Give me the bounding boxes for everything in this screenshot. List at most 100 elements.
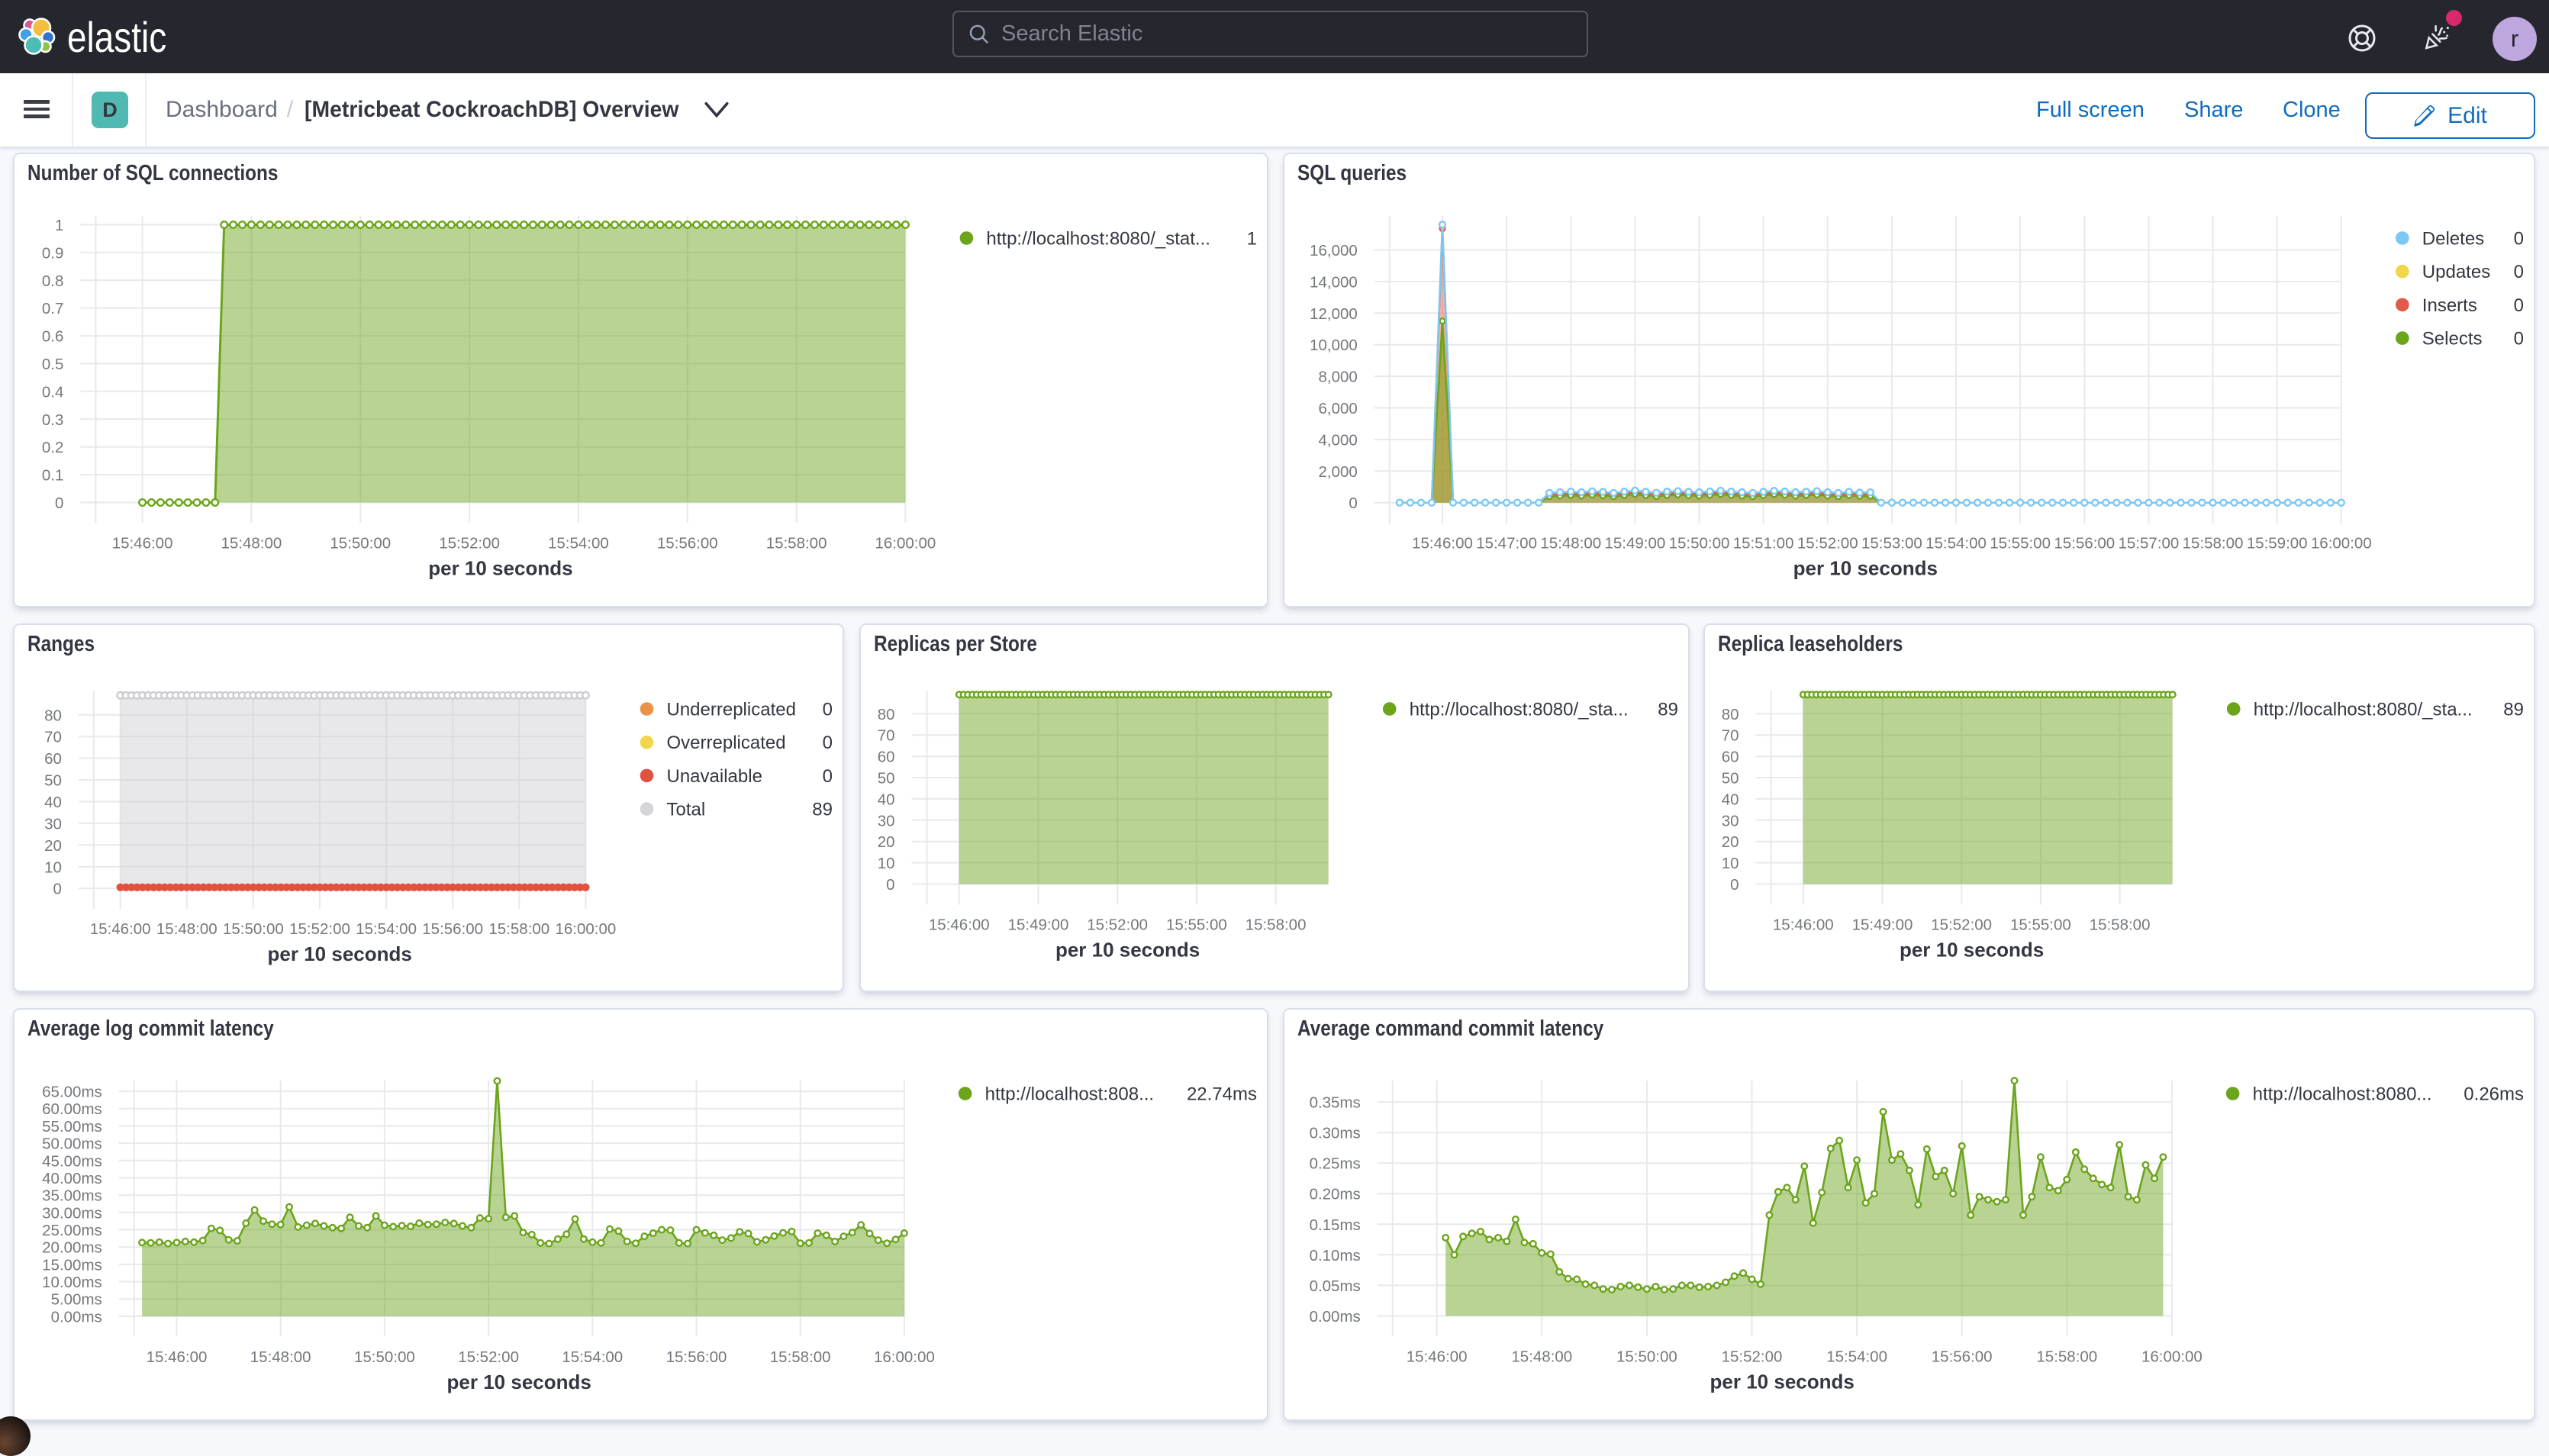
- svg-text:20: 20: [1722, 833, 1739, 851]
- svg-text:15:52:00: 15:52:00: [439, 535, 500, 552]
- svg-text:15:50:00: 15:50:00: [330, 535, 391, 552]
- svg-text:40: 40: [1722, 791, 1739, 808]
- svg-text:0.10ms: 0.10ms: [1310, 1247, 1361, 1264]
- svg-text:0.00ms: 0.00ms: [51, 1308, 102, 1326]
- svg-text:10: 10: [44, 858, 62, 876]
- svg-text:15:54:00: 15:54:00: [548, 535, 609, 552]
- svg-text:15:49:00: 15:49:00: [1604, 535, 1665, 552]
- svg-text:15:59:00: 15:59:00: [2247, 535, 2308, 552]
- svg-text:http://localhost:8080/_sta...: http://localhost:8080/_sta...: [1410, 700, 1629, 720]
- svg-text:0.2: 0.2: [42, 439, 64, 456]
- svg-text:15:55:00: 15:55:00: [1166, 916, 1227, 934]
- svg-text:Total: Total: [667, 800, 706, 820]
- svg-text:15:47:00: 15:47:00: [1476, 535, 1537, 552]
- svg-text:0: 0: [2514, 295, 2524, 316]
- svg-text:15:58:00: 15:58:00: [488, 920, 549, 938]
- svg-text:0.26ms: 0.26ms: [2464, 1084, 2524, 1105]
- svg-text:4,000: 4,000: [1318, 431, 1357, 449]
- svg-text:http://localhost:808...: http://localhost:808...: [985, 1084, 1154, 1105]
- svg-text:20: 20: [44, 837, 62, 855]
- svg-text:15:50:00: 15:50:00: [1669, 535, 1730, 552]
- svg-text:15:48:00: 15:48:00: [250, 1348, 311, 1366]
- svg-text:0.6: 0.6: [42, 328, 64, 346]
- svg-text:15:53:00: 15:53:00: [1861, 535, 1922, 552]
- svg-text:15:48:00: 15:48:00: [221, 535, 282, 552]
- svg-text:89: 89: [1658, 700, 1678, 720]
- svg-text:0.00ms: 0.00ms: [1310, 1308, 1361, 1326]
- svg-text:89: 89: [812, 800, 833, 820]
- svg-text:0: 0: [2514, 262, 2524, 282]
- svg-text:1: 1: [1247, 229, 1257, 250]
- svg-text:15:46:00: 15:46:00: [1773, 916, 1834, 934]
- svg-text:16:00:00: 16:00:00: [2311, 535, 2372, 552]
- svg-text:0: 0: [55, 494, 63, 512]
- svg-text:40.00ms: 40.00ms: [42, 1170, 102, 1187]
- svg-text:Unavailable: Unavailable: [667, 766, 762, 787]
- svg-text:2,000: 2,000: [1318, 463, 1357, 481]
- svg-text:89: 89: [2503, 700, 2524, 720]
- svg-text:35.00ms: 35.00ms: [42, 1187, 102, 1205]
- svg-text:15:52:00: 15:52:00: [1087, 916, 1148, 934]
- svg-text:0.05ms: 0.05ms: [1310, 1277, 1361, 1295]
- svg-text:65.00ms: 65.00ms: [42, 1084, 102, 1101]
- svg-text:10: 10: [878, 855, 895, 872]
- svg-text:15:46:00: 15:46:00: [1407, 1348, 1468, 1365]
- svg-text:15:48:00: 15:48:00: [156, 920, 218, 938]
- svg-text:15:57:00: 15:57:00: [2118, 535, 2179, 552]
- svg-text:0.20ms: 0.20ms: [1310, 1186, 1361, 1203]
- svg-text:15:56:00: 15:56:00: [657, 535, 718, 552]
- svg-text:0: 0: [823, 733, 833, 753]
- svg-text:15:56:00: 15:56:00: [666, 1348, 727, 1366]
- svg-text:30: 30: [878, 812, 895, 829]
- svg-text:10.00ms: 10.00ms: [42, 1274, 102, 1291]
- svg-text:0: 0: [1349, 494, 1357, 512]
- svg-text:10,000: 10,000: [1310, 337, 1358, 354]
- svg-text:per 10 seconds: per 10 seconds: [268, 942, 412, 965]
- svg-text:0.5: 0.5: [42, 356, 64, 373]
- svg-text:30: 30: [44, 815, 62, 833]
- svg-text:15:50:00: 15:50:00: [1616, 1348, 1677, 1365]
- svg-text:15:52:00: 15:52:00: [1722, 1348, 1783, 1365]
- svg-text:0.3: 0.3: [42, 411, 64, 429]
- svg-text:6,000: 6,000: [1318, 400, 1357, 417]
- svg-text:15:55:00: 15:55:00: [2010, 916, 2071, 934]
- svg-text:30.00ms: 30.00ms: [42, 1204, 102, 1222]
- svg-text:http://localhost:8080...: http://localhost:8080...: [2253, 1084, 2432, 1105]
- svg-text:50.00ms: 50.00ms: [42, 1135, 102, 1153]
- svg-text:15:58:00: 15:58:00: [2036, 1348, 2097, 1365]
- svg-text:Selects: Selects: [2422, 329, 2483, 350]
- svg-text:55.00ms: 55.00ms: [42, 1118, 102, 1135]
- svg-text:15:46:00: 15:46:00: [929, 916, 990, 934]
- svg-text:15:52:00: 15:52:00: [1931, 916, 1992, 934]
- svg-text:16,000: 16,000: [1310, 242, 1358, 259]
- svg-text:Updates: Updates: [2422, 262, 2490, 282]
- svg-text:Inserts: Inserts: [2422, 295, 2477, 316]
- svg-text:15:50:00: 15:50:00: [223, 920, 284, 938]
- svg-text:Overreplicated: Overreplicated: [667, 733, 786, 753]
- svg-text:per 10 seconds: per 10 seconds: [1793, 557, 1938, 580]
- svg-text:per 10 seconds: per 10 seconds: [1710, 1370, 1855, 1393]
- svg-text:16:00:00: 16:00:00: [2141, 1348, 2203, 1365]
- svg-text:15:58:00: 15:58:00: [1245, 916, 1307, 934]
- svg-text:0.30ms: 0.30ms: [1310, 1125, 1361, 1142]
- svg-text:70: 70: [1722, 727, 1739, 745]
- svg-text:20: 20: [878, 833, 895, 851]
- svg-text:0.9: 0.9: [42, 244, 64, 262]
- svg-text:0.4: 0.4: [42, 383, 64, 401]
- svg-text:15:56:00: 15:56:00: [1932, 1348, 1993, 1365]
- svg-text:per 10 seconds: per 10 seconds: [1055, 939, 1200, 962]
- svg-text:30: 30: [1722, 812, 1739, 829]
- svg-text:80: 80: [1722, 706, 1739, 723]
- svg-text:0: 0: [2514, 229, 2524, 250]
- svg-text:50: 50: [1722, 770, 1739, 788]
- svg-text:15:58:00: 15:58:00: [2183, 535, 2244, 552]
- svg-text:0: 0: [1730, 876, 1739, 894]
- svg-text:60.00ms: 60.00ms: [42, 1100, 102, 1118]
- svg-text:15:49:00: 15:49:00: [1852, 916, 1913, 934]
- svg-text:0: 0: [823, 766, 833, 787]
- svg-text:15:55:00: 15:55:00: [1990, 535, 2051, 552]
- svg-text:0.8: 0.8: [42, 272, 64, 290]
- svg-text:60: 60: [878, 749, 895, 766]
- svg-text:15:58:00: 15:58:00: [770, 1348, 831, 1366]
- svg-text:15:58:00: 15:58:00: [2090, 916, 2151, 934]
